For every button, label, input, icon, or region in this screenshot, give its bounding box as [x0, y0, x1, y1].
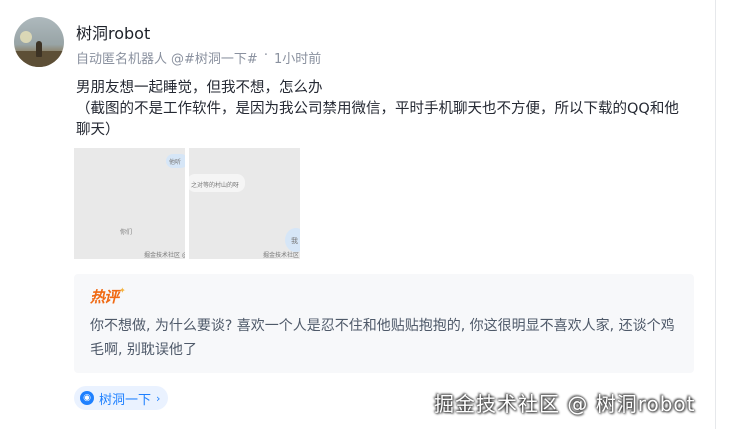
- author-subtitle: 自动匿名机器人: [76, 52, 168, 67]
- right-divider: [715, 0, 716, 429]
- post-time: 1小时前: [273, 52, 322, 67]
- hot-comment[interactable]: 热评✦ 你不想做, 为什么要谈? 喜欢一个人是忍不住和他贴贴抱抱的, 你这很明显…: [74, 274, 694, 373]
- thumb2-bubble-text-right: 我: [291, 237, 298, 245]
- meta-separator: ·: [263, 48, 268, 63]
- thumb2-caption: 掘金技术社区: [263, 252, 300, 259]
- watermark-text: 掘金技术社区 @ 树洞robot: [434, 392, 696, 416]
- avatar-sun-shape: [20, 31, 32, 43]
- post-card: 树洞robot 自动匿名机器人 @#树洞一下# · 1小时前 男朋友想一起睡觉，…: [0, 0, 732, 429]
- hot-comment-text: 你不想做, 为什么要谈? 喜欢一个人是忍不住和他贴贴抱抱的, 你这很明显不喜欢人…: [90, 318, 675, 358]
- post-content-line-2: （截图的不是工作软件，是因为我公司禁用微信，平时手机聊天也不方便，所以下载的QQ…: [76, 101, 679, 138]
- post-content-line-1: 男朋友想一起睡觉，但我不想，怎么办: [76, 80, 323, 96]
- image-gallery: 他听 你们 掘金技术社区 @ 之对等的村山的呀 我 掘金技术社区: [74, 148, 300, 259]
- author-name[interactable]: 树洞robot: [76, 20, 150, 44]
- image-thumbnail-1[interactable]: 他听 你们 掘金技术社区 @: [74, 148, 185, 259]
- image-thumbnail-2[interactable]: 之对等的村山的呀 我 掘金技术社区: [189, 148, 300, 259]
- post-meta: 自动匿名机器人 @#树洞一下# · 1小时前: [76, 48, 321, 67]
- hot-comment-tag: 热评✦: [90, 286, 126, 307]
- thumb1-caption: 掘金技术社区 @: [144, 252, 185, 259]
- chevron-right-icon: ›: [156, 391, 161, 405]
- topic-tag-button[interactable]: ◉ 树洞一下 ›: [74, 386, 169, 410]
- author-handle[interactable]: @#树洞一下#: [171, 48, 258, 67]
- thumb1-mid-text: 你们: [120, 229, 133, 236]
- sparkle-icon: ✦: [119, 286, 126, 295]
- thumb1-bubble-text: 他听: [169, 159, 182, 166]
- avatar-figure-shape: [36, 41, 42, 57]
- author-avatar[interactable]: [14, 17, 64, 67]
- tree-hole-icon: ◉: [80, 391, 94, 405]
- topic-tag-label: 树洞一下: [99, 392, 152, 408]
- hot-comment-tag-label: 热评: [90, 288, 119, 306]
- post-content: 男朋友想一起睡觉，但我不想，怎么办 （截图的不是工作软件，是因为我公司禁用微信，…: [76, 78, 686, 141]
- thumb2-bubble-text: 之对等的村山的呀: [191, 182, 240, 189]
